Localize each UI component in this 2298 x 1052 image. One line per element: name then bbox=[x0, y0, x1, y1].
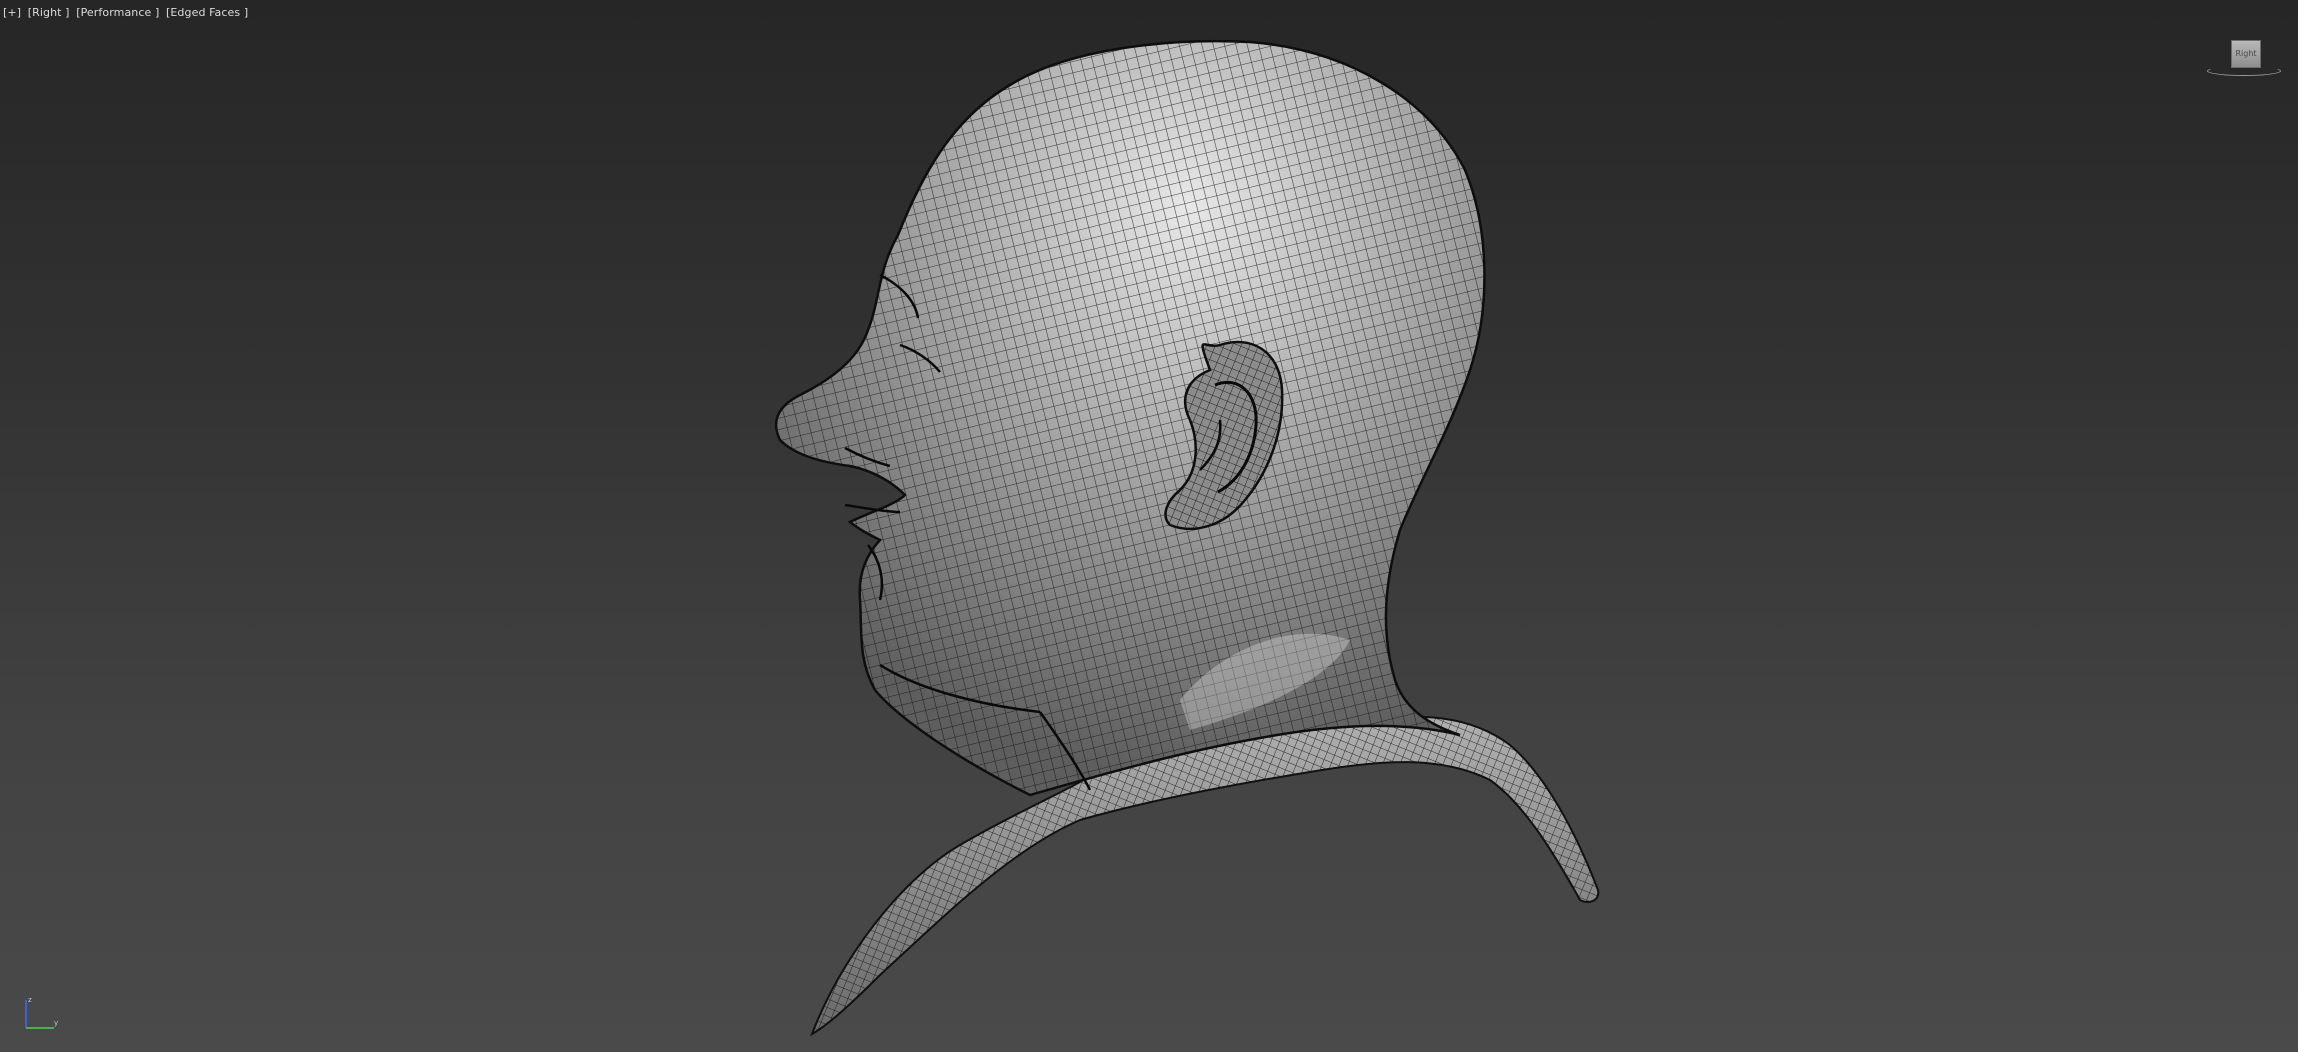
head-mesh[interactable] bbox=[0, 0, 2298, 1052]
svg-text:z: z bbox=[28, 996, 32, 1004]
viewcube-compass-ring[interactable] bbox=[2207, 66, 2281, 76]
axis-tripod-icon: z y bbox=[25, 996, 58, 1029]
viewcube-face-right[interactable]: Right bbox=[2231, 40, 2261, 68]
svg-text:y: y bbox=[54, 1019, 58, 1027]
viewport-right[interactable]: [+] [Right ] [Performance ] [Edged Faces… bbox=[0, 0, 2298, 1052]
viewcube[interactable]: Right bbox=[2205, 36, 2285, 80]
